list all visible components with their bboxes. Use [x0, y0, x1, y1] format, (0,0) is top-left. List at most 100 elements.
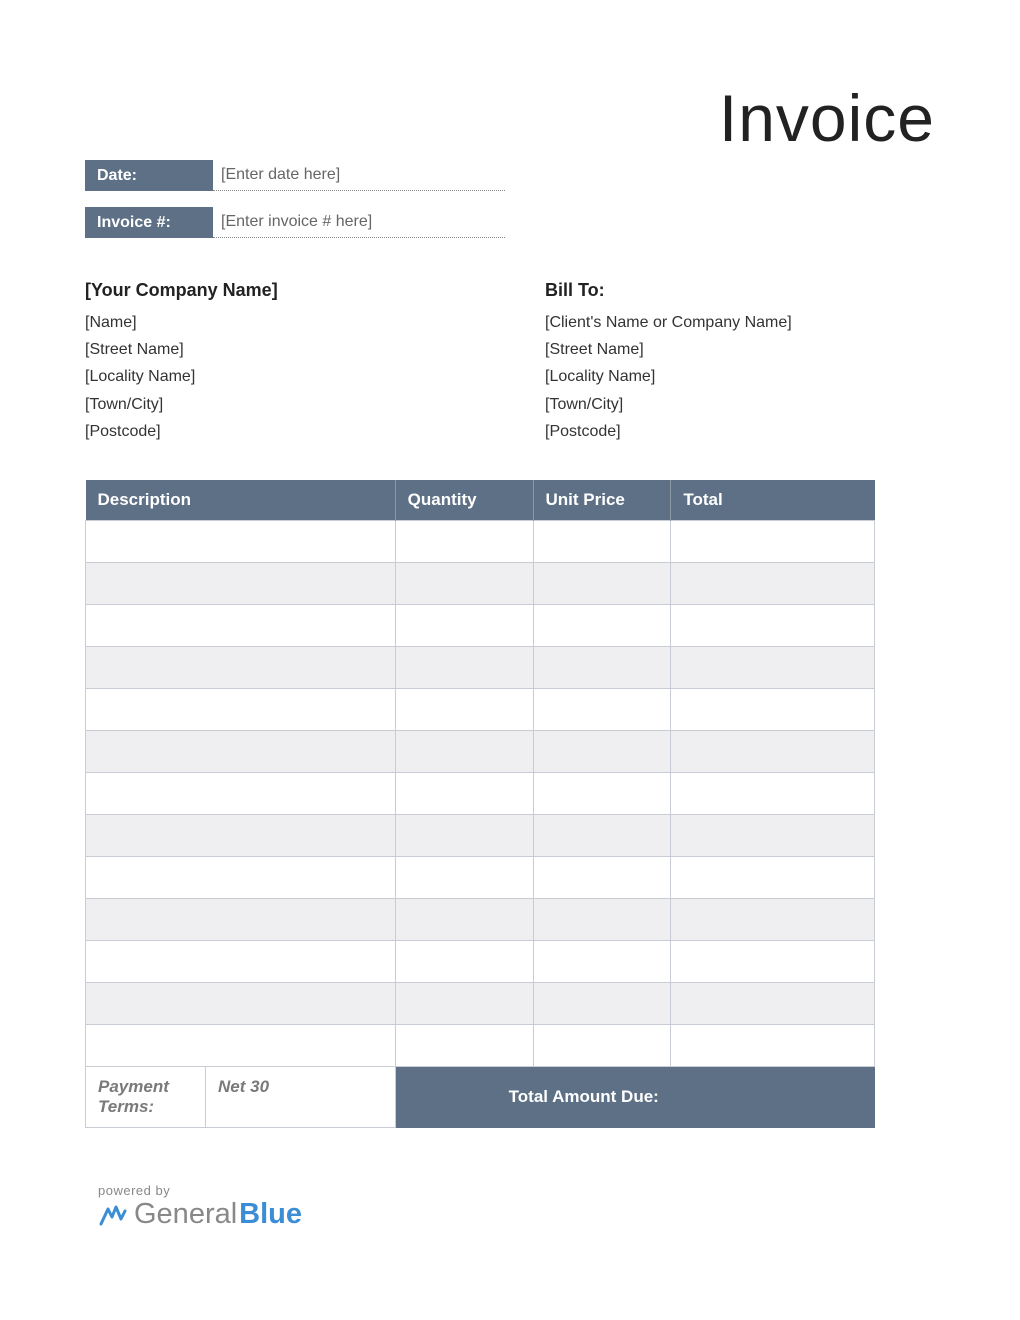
cell-total[interactable]	[671, 983, 875, 1025]
brand-general: General	[134, 1198, 237, 1231]
cell-unit_price[interactable]	[533, 941, 671, 983]
cell-unit_price[interactable]	[533, 647, 671, 689]
company-name[interactable]: [Name]	[85, 309, 545, 336]
cell-description[interactable]	[86, 773, 396, 815]
cell-quantity[interactable]	[395, 1025, 533, 1067]
company-postcode[interactable]: [Postcode]	[85, 418, 545, 445]
cell-total[interactable]	[671, 689, 875, 731]
cell-description[interactable]	[86, 983, 396, 1025]
cell-quantity[interactable]	[395, 815, 533, 857]
table-row	[86, 563, 875, 605]
cell-description[interactable]	[86, 941, 396, 983]
cell-description[interactable]	[86, 521, 396, 563]
cell-total[interactable]	[671, 605, 875, 647]
cell-description[interactable]	[86, 815, 396, 857]
cell-total[interactable]	[671, 521, 875, 563]
date-input[interactable]: [Enter date here]	[213, 160, 505, 191]
cell-description[interactable]	[86, 689, 396, 731]
cell-unit_price[interactable]	[533, 689, 671, 731]
payment-terms-cell: Payment Terms:Net 30	[86, 1067, 396, 1128]
cell-total[interactable]	[671, 941, 875, 983]
cell-quantity[interactable]	[395, 521, 533, 563]
table-row	[86, 1025, 875, 1067]
cell-unit_price[interactable]	[533, 1025, 671, 1067]
cell-quantity[interactable]	[395, 731, 533, 773]
cell-description[interactable]	[86, 647, 396, 689]
cell-total[interactable]	[671, 899, 875, 941]
cell-description[interactable]	[86, 899, 396, 941]
cell-unit_price[interactable]	[533, 899, 671, 941]
company-block: [Your Company Name] [Name] [Street Name]…	[85, 280, 545, 445]
cell-quantity[interactable]	[395, 773, 533, 815]
payment-terms-label: Payment Terms:	[86, 1067, 206, 1127]
header-description: Description	[86, 480, 396, 521]
header-unit-price: Unit Price	[533, 480, 671, 521]
table-row	[86, 521, 875, 563]
cell-unit_price[interactable]	[533, 563, 671, 605]
invoice-meta: Date: [Enter date here] Invoice #: [Ente…	[85, 160, 505, 254]
cell-total[interactable]	[671, 731, 875, 773]
company-street[interactable]: [Street Name]	[85, 336, 545, 363]
cell-total[interactable]	[671, 563, 875, 605]
company-locality[interactable]: [Locality Name]	[85, 363, 545, 390]
cell-description[interactable]	[86, 605, 396, 647]
invoice-number-input[interactable]: [Enter invoice # here]	[213, 207, 505, 238]
cell-total[interactable]	[671, 815, 875, 857]
generalblue-icon	[98, 1201, 128, 1229]
client-street[interactable]: [Street Name]	[545, 336, 875, 363]
cell-quantity[interactable]	[395, 983, 533, 1025]
cell-total[interactable]	[671, 773, 875, 815]
total-due-value	[671, 1067, 875, 1128]
total-due-label: Total Amount Due:	[395, 1067, 671, 1128]
company-heading[interactable]: [Your Company Name]	[85, 280, 545, 301]
client-town[interactable]: [Town/City]	[545, 391, 875, 418]
document-title: Invoice	[719, 80, 935, 156]
cell-quantity[interactable]	[395, 689, 533, 731]
cell-quantity[interactable]	[395, 899, 533, 941]
table-row	[86, 773, 875, 815]
cell-unit_price[interactable]	[533, 731, 671, 773]
client-postcode[interactable]: [Postcode]	[545, 418, 875, 445]
table-row	[86, 605, 875, 647]
cell-unit_price[interactable]	[533, 857, 671, 899]
header-total: Total	[671, 480, 875, 521]
client-name[interactable]: [Client's Name or Company Name]	[545, 309, 875, 336]
brand-name: GeneralBlue	[98, 1198, 302, 1231]
table-row	[86, 647, 875, 689]
cell-quantity[interactable]	[395, 563, 533, 605]
cell-description[interactable]	[86, 857, 396, 899]
payment-terms-value[interactable]: Net 30	[206, 1067, 395, 1127]
cell-unit_price[interactable]	[533, 983, 671, 1025]
cell-description[interactable]	[86, 731, 396, 773]
invoice-number-row: Invoice #: [Enter invoice # here]	[85, 207, 505, 238]
cell-quantity[interactable]	[395, 647, 533, 689]
table-header-row: Description Quantity Unit Price Total	[86, 480, 875, 521]
cell-description[interactable]	[86, 1025, 396, 1067]
client-locality[interactable]: [Locality Name]	[545, 363, 875, 390]
cell-unit_price[interactable]	[533, 521, 671, 563]
table-row	[86, 983, 875, 1025]
cell-quantity[interactable]	[395, 941, 533, 983]
company-town[interactable]: [Town/City]	[85, 391, 545, 418]
billto-block: Bill To: [Client's Name or Company Name]…	[545, 280, 875, 445]
table-row	[86, 899, 875, 941]
brand-blue: Blue	[239, 1198, 302, 1231]
table-row	[86, 941, 875, 983]
brand-logo: powered by GeneralBlue	[98, 1183, 302, 1231]
cell-unit_price[interactable]	[533, 773, 671, 815]
cell-description[interactable]	[86, 563, 396, 605]
cell-unit_price[interactable]	[533, 605, 671, 647]
cell-unit_price[interactable]	[533, 815, 671, 857]
cell-quantity[interactable]	[395, 605, 533, 647]
table-footer-row: Payment Terms:Net 30Total Amount Due:	[86, 1067, 875, 1128]
powered-by-text: powered by	[98, 1183, 302, 1198]
billto-heading: Bill To:	[545, 280, 875, 301]
table-row	[86, 689, 875, 731]
cell-quantity[interactable]	[395, 857, 533, 899]
header-quantity: Quantity	[395, 480, 533, 521]
cell-total[interactable]	[671, 857, 875, 899]
line-items-table: Description Quantity Unit Price Total Pa…	[85, 480, 875, 1128]
cell-total[interactable]	[671, 647, 875, 689]
cell-total[interactable]	[671, 1025, 875, 1067]
table-row	[86, 815, 875, 857]
